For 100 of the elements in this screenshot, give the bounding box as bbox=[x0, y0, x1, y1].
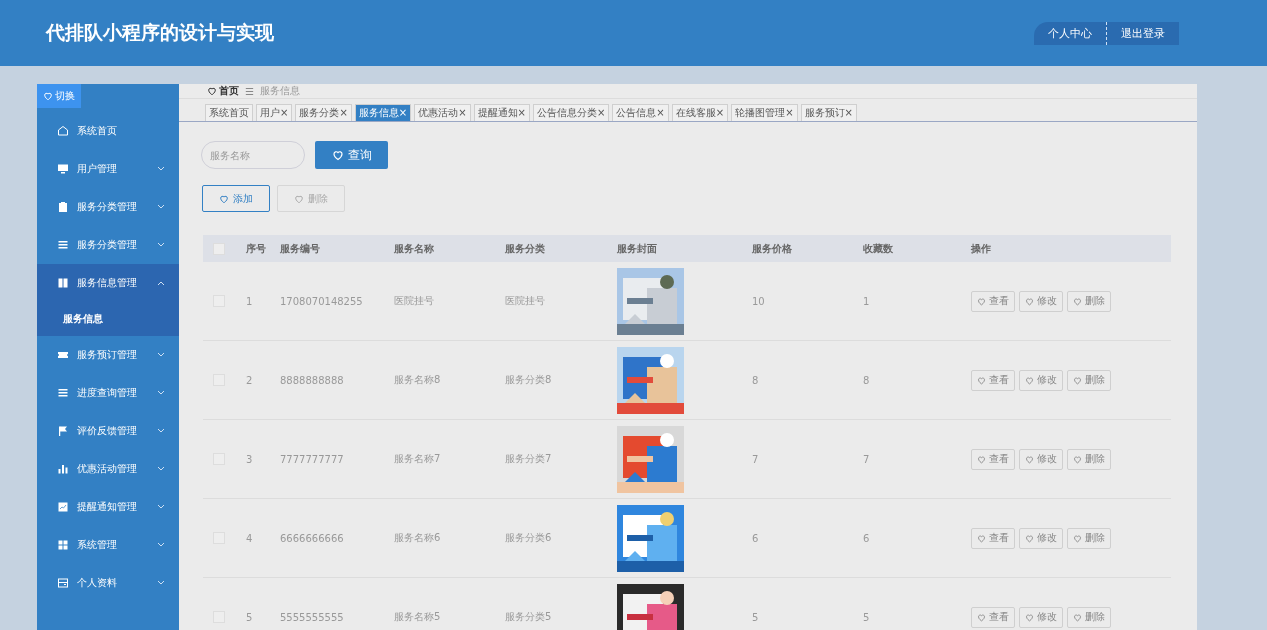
row-action-button[interactable]: 查看 bbox=[971, 527, 1015, 549]
row-action-button[interactable]: 删除 bbox=[1067, 606, 1111, 628]
heart-icon bbox=[1025, 533, 1034, 543]
flag-icon bbox=[57, 425, 69, 437]
card-icon bbox=[57, 577, 69, 589]
row-action-button[interactable]: 删除 bbox=[1067, 527, 1111, 549]
tab[interactable]: 在线客服× bbox=[671, 104, 729, 121]
heart-icon bbox=[1025, 375, 1034, 385]
row-action-button[interactable]: 修改 bbox=[1019, 527, 1063, 549]
sidebar-item[interactable]: 服务分类管理 bbox=[37, 188, 179, 226]
heart-icon bbox=[1073, 454, 1082, 464]
search-field[interactable]: 服务名称 bbox=[201, 141, 305, 169]
row-action-button[interactable]: 删除 bbox=[1067, 369, 1111, 391]
sidebar-item[interactable]: 系统首页 bbox=[37, 112, 179, 150]
row-action-button[interactable]: 删除 bbox=[1067, 448, 1111, 470]
table-cell-text: 1708070148255 bbox=[280, 295, 364, 307]
heart-icon bbox=[207, 86, 217, 96]
row-action-button[interactable]: 查看 bbox=[971, 606, 1015, 628]
table-cell-text: 4 bbox=[246, 532, 254, 544]
search-button[interactable]: 查询 bbox=[315, 141, 388, 169]
row-action-button[interactable]: 查看 bbox=[971, 448, 1015, 470]
table-cell-text: 服务名称7 bbox=[394, 452, 442, 466]
bar-chart-icon bbox=[57, 463, 69, 475]
row-action-button[interactable]: 查看 bbox=[971, 369, 1015, 391]
table-cell-text: 服务分类7 bbox=[505, 452, 553, 466]
row-action-button[interactable]: 修改 bbox=[1019, 606, 1063, 628]
heart-icon bbox=[1073, 612, 1082, 622]
sidebar-item[interactable]: 服务分类管理 bbox=[37, 226, 179, 264]
heart-icon bbox=[1073, 533, 1082, 543]
tab[interactable]: 服务信息× bbox=[354, 104, 412, 121]
heart-icon bbox=[1025, 296, 1034, 306]
chart-card-icon bbox=[57, 501, 69, 513]
tab[interactable]: 服务预订× bbox=[800, 104, 857, 121]
sidebar-subitem[interactable]: 服务信息 bbox=[37, 302, 179, 336]
sidebar-item[interactable]: 优惠活动管理 bbox=[37, 450, 179, 488]
chevron-icon bbox=[157, 390, 165, 396]
table-cell-text: 5555555555 bbox=[280, 611, 345, 623]
table-cell-text: 3 bbox=[246, 453, 254, 465]
table-cell-text: 医院挂号 bbox=[394, 294, 435, 308]
column-header: 服务编号 bbox=[280, 241, 321, 256]
table-cell-text: 服务分类8 bbox=[505, 373, 553, 387]
row-action-button[interactable]: 修改 bbox=[1019, 369, 1063, 391]
sidebar-item[interactable]: 服务预订管理 bbox=[37, 336, 179, 374]
tab[interactable]: 系统首页 bbox=[205, 104, 253, 121]
header-link[interactable]: 个人中心 bbox=[1034, 21, 1106, 45]
grid-icon bbox=[57, 539, 69, 551]
column-header: 序号 bbox=[246, 241, 267, 256]
breadcrumb-current: 服务信息 bbox=[259, 84, 300, 98]
chevron-icon bbox=[157, 204, 165, 210]
chevron-icon bbox=[157, 352, 165, 358]
heart-icon bbox=[1025, 454, 1034, 464]
breadcrumb-home[interactable]: 首页 bbox=[207, 84, 239, 98]
tab[interactable]: 公告信息分类× bbox=[532, 104, 610, 121]
tab[interactable]: 服务分类× bbox=[295, 104, 352, 121]
tab[interactable]: 优惠活动× bbox=[414, 104, 471, 121]
toggle-button[interactable]: 切换 bbox=[37, 84, 81, 108]
table-cell-text: 5 bbox=[863, 611, 871, 623]
tab[interactable]: 提醒通知× bbox=[473, 104, 530, 121]
heart-icon bbox=[331, 149, 344, 161]
table-cell-text: 服务分类6 bbox=[505, 531, 553, 545]
list-icon bbox=[57, 387, 69, 399]
sidebar-item[interactable]: 评价反馈管理 bbox=[37, 412, 179, 450]
header-link[interactable]: 退出登录 bbox=[1106, 21, 1179, 45]
row-action-button[interactable]: 查看 bbox=[971, 290, 1015, 312]
chevron-icon bbox=[157, 280, 165, 286]
table-cell-text: 2 bbox=[246, 374, 254, 386]
table-cell-text: 6666666666 bbox=[280, 532, 345, 544]
row-action-button[interactable]: 修改 bbox=[1019, 290, 1063, 312]
heart-icon bbox=[294, 193, 304, 204]
sidebar-item[interactable]: 进度查询管理 bbox=[37, 374, 179, 412]
chevron-icon bbox=[157, 504, 165, 510]
sidebar-item[interactable]: 个人资料 bbox=[37, 564, 179, 602]
sidebar-item[interactable]: 系统管理 bbox=[37, 526, 179, 564]
table-cell-text: 服务分类5 bbox=[505, 610, 553, 624]
tab[interactable]: 公告信息× bbox=[612, 104, 669, 121]
table-cell-text: 服务名称6 bbox=[394, 531, 442, 545]
sidebar-item[interactable]: 用户管理 bbox=[37, 150, 179, 188]
heart-icon bbox=[977, 296, 986, 306]
chevron-icon bbox=[157, 428, 165, 434]
heart-icon bbox=[977, 612, 986, 622]
heart-icon bbox=[1025, 612, 1034, 622]
column-header: 服务价格 bbox=[752, 241, 793, 256]
tab[interactable]: 用户× bbox=[256, 104, 293, 121]
row-action-button[interactable]: 修改 bbox=[1019, 448, 1063, 470]
table-cell-text: 1 bbox=[863, 295, 871, 307]
monitor-icon bbox=[57, 163, 69, 175]
app-title: 代排队小程序的设计与实现 bbox=[46, 20, 274, 45]
sidebar-item[interactable]: 服务信息管理 bbox=[37, 264, 179, 302]
sidebar-item[interactable]: 提醒通知管理 bbox=[37, 488, 179, 526]
tab[interactable]: 轮播图管理× bbox=[731, 104, 798, 121]
clipboard-icon bbox=[57, 201, 69, 213]
column-header: 服务分类 bbox=[505, 241, 546, 256]
home-icon bbox=[57, 125, 69, 137]
heart-icon bbox=[219, 193, 229, 204]
row-action-button[interactable]: 删除 bbox=[1067, 290, 1111, 312]
table-cell-text: 7 bbox=[752, 453, 760, 465]
heart-icon bbox=[977, 533, 986, 543]
table-cell-text: 8 bbox=[752, 374, 760, 386]
table-cell-text: 医院挂号 bbox=[505, 294, 546, 308]
add-button[interactable]: 添加 bbox=[202, 185, 270, 212]
